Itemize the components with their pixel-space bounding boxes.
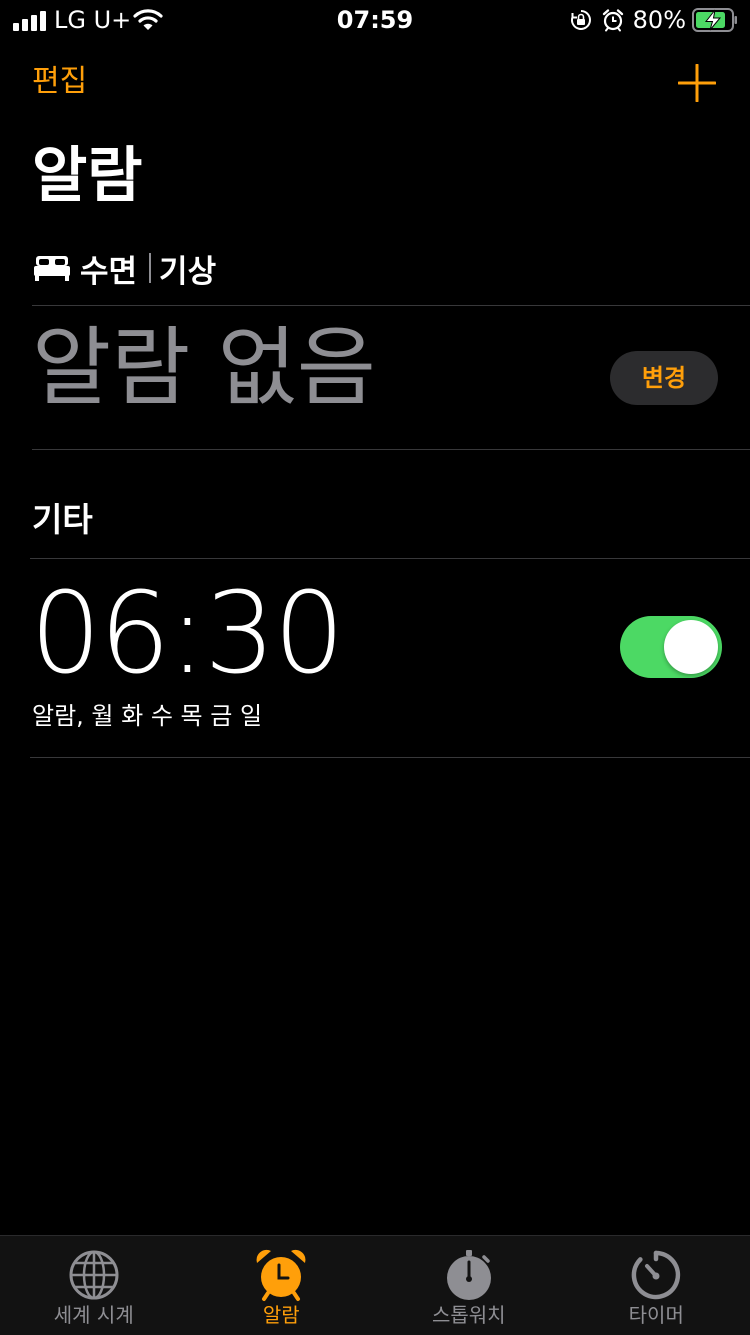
tab-bar: 세계 시계 알람 스톱워치 타이머	[0, 1235, 750, 1335]
change-button[interactable]: 변경	[610, 351, 718, 405]
stopwatch-icon	[442, 1248, 496, 1302]
tab-stopwatch[interactable]: 스톱워치	[375, 1236, 563, 1335]
tab-alarm[interactable]: 알람	[188, 1236, 376, 1335]
section-title-other: 기타	[32, 498, 93, 542]
status-bar: LG U+ 07:59 80%	[0, 0, 750, 40]
alarm-label: 알람, 월 화 수 목 금 일	[32, 700, 262, 732]
divider	[30, 757, 750, 758]
no-alarm-text: 알람 없음	[32, 318, 376, 418]
alarm-time: 06:30	[30, 572, 343, 696]
sleep-label: 수면	[80, 246, 137, 291]
timer-icon	[629, 1248, 683, 1302]
alarm-toggle[interactable]	[620, 616, 722, 678]
tab-label: 알람	[263, 1302, 300, 1328]
divider	[30, 558, 750, 559]
header-divider	[149, 253, 151, 283]
battery-percent: 80%	[633, 6, 686, 34]
plus-icon[interactable]	[678, 64, 716, 102]
globe-icon	[67, 1248, 121, 1302]
page-title: 알람	[32, 140, 142, 212]
toggle-knob	[664, 620, 718, 674]
tab-timer[interactable]: 타이머	[563, 1236, 750, 1335]
alarm-clock-icon	[601, 8, 625, 32]
divider	[32, 449, 750, 450]
edit-button[interactable]: 편집	[32, 62, 87, 102]
tab-label: 세계 시계	[54, 1302, 134, 1328]
wake-label: 기상	[159, 246, 216, 291]
tab-label: 스톱워치	[432, 1302, 506, 1328]
bed-icon	[34, 254, 70, 282]
divider	[32, 305, 750, 306]
alarm-clock-icon	[254, 1248, 308, 1302]
tab-label: 타이머	[629, 1302, 684, 1328]
battery-charging-icon	[692, 8, 738, 32]
tab-world-clock[interactable]: 세계 시계	[0, 1236, 188, 1335]
sleep-wake-header: 수면 기상	[34, 246, 216, 290]
orientation-lock-icon	[569, 8, 593, 32]
